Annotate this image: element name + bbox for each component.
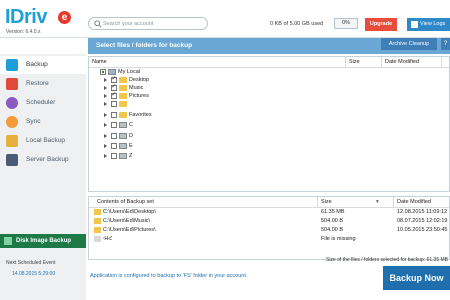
- column-date-modified[interactable]: Date Modified: [385, 57, 419, 67]
- search-icon: [94, 20, 102, 28]
- expand-arrow-icon[interactable]: [104, 144, 107, 148]
- storage-usage: 0 KB of 5.00 GB used: [270, 21, 324, 27]
- sidebar-item-server-backup[interactable]: Server Backup: [0, 151, 86, 169]
- view-logs-button[interactable]: View Logs: [407, 18, 450, 31]
- checkbox[interactable]: [111, 122, 117, 128]
- column-contents[interactable]: Contents of Backup set: [97, 197, 154, 207]
- next-event-date[interactable]: 14.08.2015 5:29:00: [12, 271, 55, 277]
- tree-item-drive-e[interactable]: E: [89, 142, 339, 150]
- table-row[interactable]: ۥHՀ File is missing: [89, 235, 449, 243]
- column-size[interactable]: Size: [321, 197, 332, 207]
- sort-arrow-icon[interactable]: ▾: [376, 197, 379, 207]
- checkbox[interactable]: [111, 112, 117, 118]
- scheduler-icon: [6, 97, 18, 109]
- tree-item-unnamed[interactable]: [89, 100, 339, 108]
- page-title: Select files / folders for backup: [96, 42, 193, 49]
- search-box[interactable]: Search your account: [88, 17, 208, 30]
- folder-icon: [119, 93, 127, 99]
- folder-icon: [119, 85, 127, 91]
- drive-icon: [119, 143, 127, 149]
- disk-image-icon: [4, 237, 12, 245]
- column-divider: [441, 57, 442, 67]
- expand-arrow-icon[interactable]: [104, 123, 107, 127]
- backup-icon: [6, 59, 18, 71]
- expand-arrow-icon[interactable]: [104, 78, 107, 82]
- sidebar-item-restore[interactable]: Restore: [0, 75, 86, 93]
- tree-item-drive-z[interactable]: Z: [89, 152, 339, 160]
- backup-now-button[interactable]: Backup Now: [383, 266, 450, 290]
- logo-e-badge: e: [58, 11, 71, 24]
- usage-percent: 0%: [334, 18, 358, 29]
- folder-icon: [119, 112, 127, 118]
- folder-icon: [94, 218, 101, 224]
- upgrade-button[interactable]: Upgrade: [365, 18, 397, 31]
- table-row[interactable]: C:\Users\Ed\Pictures\ 504.00 B 10.05.201…: [89, 226, 449, 234]
- column-date-modified[interactable]: Date Modified: [397, 197, 431, 207]
- server-backup-icon: [6, 154, 18, 166]
- folder-icon: [119, 101, 127, 107]
- folder-icon: [94, 227, 101, 233]
- tree-item-pictures[interactable]: Pictures: [89, 91, 339, 100]
- sidebar-item-local-backup[interactable]: Local Backup: [0, 132, 86, 150]
- top-bar: IDriv e Version: 6.4.0.x Search your acc…: [0, 0, 450, 38]
- column-divider: [317, 197, 318, 207]
- logs-icon: [411, 21, 418, 28]
- expand-arrow-icon[interactable]: [104, 86, 107, 90]
- backup-set-panel[interactable]: Contents of Backup set Size ▾ Date Modif…: [88, 196, 450, 260]
- expand-arrow-icon[interactable]: [104, 94, 107, 98]
- column-divider: [393, 197, 394, 207]
- disk-image-backup-button[interactable]: Disk Image Backup: [0, 234, 86, 248]
- column-divider: [345, 57, 346, 67]
- help-button[interactable]: ?: [441, 38, 450, 50]
- checkbox[interactable]: [111, 143, 117, 149]
- expand-arrow-icon[interactable]: [104, 154, 107, 158]
- expand-arrow-icon[interactable]: [104, 102, 107, 106]
- column-name[interactable]: Name: [92, 57, 107, 67]
- file-icon: [94, 236, 101, 242]
- next-event-label: Next Scheduled Event: [6, 260, 56, 266]
- tree-item-desktop[interactable]: Desktop: [89, 75, 339, 84]
- sync-icon: [6, 116, 18, 128]
- status-message: Application is configured to backup to '…: [90, 273, 248, 279]
- column-divider: [381, 57, 382, 67]
- checkbox[interactable]: [111, 153, 117, 159]
- column-size[interactable]: Size: [349, 57, 360, 67]
- table-row[interactable]: C:\Users\Ed\Desktop\ 61.35 MB 12.08.2015…: [89, 208, 449, 216]
- selection-size-summary: Size of the files / folders selected for…: [325, 257, 448, 263]
- checkbox[interactable]: [100, 69, 106, 75]
- sidebar-item-scheduler[interactable]: Scheduler: [0, 94, 86, 112]
- search-input[interactable]: Search your account: [103, 21, 153, 27]
- idrive-logo: IDriv: [5, 6, 47, 28]
- tree-item-drive-d[interactable]: D: [89, 132, 339, 140]
- view-logs-label: View Logs: [420, 21, 446, 27]
- drive-icon: [119, 122, 127, 128]
- local-backup-icon: [6, 135, 18, 147]
- tree-item-my-local[interactable]: My Local: [89, 68, 339, 76]
- file-tree-panel[interactable]: Name Size Date Modified My Local Desktop…: [88, 56, 450, 192]
- tree-item-drive-c[interactable]: C: [89, 121, 339, 129]
- checkbox[interactable]: [111, 133, 117, 139]
- expand-arrow-icon[interactable]: [104, 134, 107, 138]
- tree-item-favorites[interactable]: Favorites: [89, 111, 339, 119]
- folder-icon: [94, 209, 101, 215]
- sidebar-item-sync[interactable]: Sync: [0, 113, 86, 131]
- drive-icon: [119, 153, 127, 159]
- archive-cleanup-button[interactable]: Archive Cleanup: [381, 38, 437, 50]
- table-row[interactable]: C:\Users\Ed\Music\ 504.00 B 08.07.2015 1…: [89, 217, 449, 225]
- drive-icon: [119, 133, 127, 139]
- checkbox[interactable]: [111, 91, 117, 99]
- restore-icon: [6, 78, 18, 90]
- tree-item-music[interactable]: Music: [89, 83, 339, 92]
- sidebar-item-backup[interactable]: Backup: [0, 56, 86, 74]
- folder-icon: [119, 77, 127, 83]
- version-label: Version: 6.4.0.x: [6, 29, 41, 35]
- expand-arrow-icon[interactable]: [104, 113, 107, 117]
- checkbox[interactable]: [111, 101, 117, 107]
